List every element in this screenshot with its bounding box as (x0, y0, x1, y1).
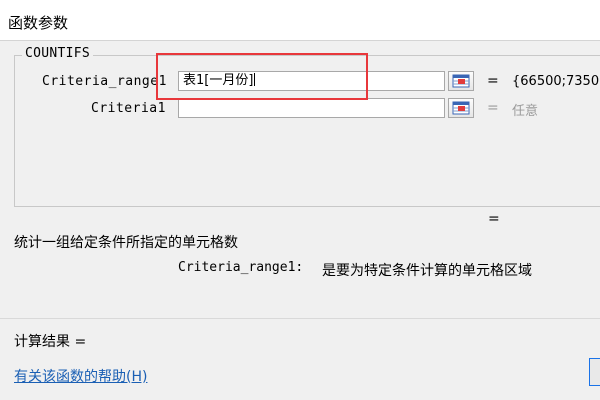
arg-help-text: 是要为特定条件计算的单元格区域 (322, 263, 532, 279)
title-bar: 函数参数 (0, 0, 600, 41)
arg2-equals: = (487, 100, 499, 116)
criteria1-input[interactable] (178, 98, 445, 118)
criteria-range1-ref-button[interactable] (448, 71, 474, 91)
function-description: 统计一组给定条件所指定的单元格数 (14, 235, 238, 251)
arg1-equals: = (487, 73, 499, 89)
collapse-dialog-icon (452, 74, 470, 88)
calc-result-label: 计算结果 = (14, 334, 87, 350)
arg2-result: 任意 (512, 104, 539, 119)
criteria1-ref-button[interactable] (448, 98, 474, 118)
ok-button-edge[interactable] (589, 358, 600, 386)
help-link[interactable]: 有关该函数的帮助(H) (14, 366, 147, 386)
collapse-dialog-icon (452, 101, 470, 115)
formula-result-equals: = (488, 211, 500, 227)
function-name: COUNTIFS (22, 46, 94, 61)
arg1-result: {66500;7350 (512, 74, 600, 89)
window-title: 函数参数 (8, 14, 69, 32)
red-highlight-box (156, 53, 368, 100)
arg-label-criteria-range1: Criteria_range1 (42, 74, 167, 89)
arg-label-criteria1: Criteria1 (91, 101, 166, 116)
footer-divider (0, 318, 600, 319)
arg-help-name: Criteria_range1: (178, 260, 304, 275)
